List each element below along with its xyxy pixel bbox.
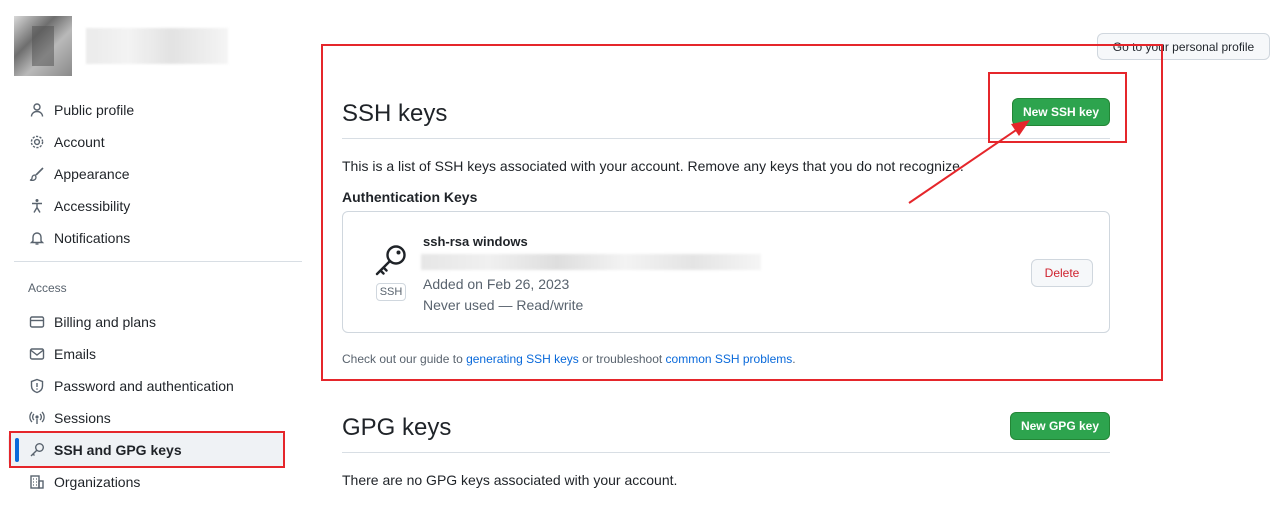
- sidebar-item-emails[interactable]: Emails: [28, 342, 96, 366]
- sidebar-item-label: Public profile: [54, 102, 135, 118]
- mail-icon: [28, 345, 46, 363]
- accessibility-icon: [28, 197, 46, 215]
- username-blurred: [86, 28, 228, 64]
- sidebar-item-account[interactable]: Account: [28, 130, 105, 154]
- avatar[interactable]: [14, 16, 72, 76]
- broadcast-icon: [28, 409, 46, 427]
- annotation-box-sidebar-ssh: [9, 431, 285, 468]
- new-gpg-key-button[interactable]: New GPG key: [1010, 412, 1110, 440]
- sidebar-item-label: Organizations: [54, 474, 141, 490]
- sidebar-item-accessibility[interactable]: Accessibility: [28, 194, 130, 218]
- sidebar-item-sessions[interactable]: Sessions: [28, 406, 111, 430]
- sidebar-item-organizations[interactable]: Organizations: [28, 470, 140, 494]
- sidebar-item-label: Account: [54, 134, 105, 150]
- sidebar-item-label: Notifications: [54, 230, 131, 246]
- bell-icon: [28, 229, 46, 247]
- gpg-keys-title: GPG keys: [342, 414, 452, 441]
- sidebar-item-billing[interactable]: Billing and plans: [28, 310, 156, 334]
- sidebar-item-label: Sessions: [54, 410, 111, 426]
- sidebar-item-label: Billing and plans: [54, 314, 156, 330]
- sidebar-item-notifications[interactable]: Notifications: [28, 226, 130, 250]
- gpg-empty-message: There are no GPG keys associated with yo…: [342, 472, 678, 488]
- sidebar-divider: [14, 261, 302, 262]
- sidebar-item-label: Accessibility: [54, 198, 131, 214]
- sidebar-heading-access: Access: [28, 281, 67, 295]
- person-icon: [28, 101, 46, 119]
- sidebar-item-label: Emails: [54, 346, 97, 362]
- annotation-box-new-ssh-key: [988, 72, 1127, 143]
- section-divider: [342, 452, 1110, 453]
- sidebar-item-label: Password and authentication: [54, 378, 234, 394]
- sidebar-item-password[interactable]: Password and authentication: [28, 374, 234, 398]
- organization-icon: [28, 473, 46, 491]
- sidebar-item-appearance[interactable]: Appearance: [28, 162, 130, 186]
- sidebar-item-public-profile[interactable]: Public profile: [28, 98, 134, 122]
- sidebar-item-label: Appearance: [54, 166, 130, 182]
- credit-card-icon: [28, 313, 46, 331]
- gear-icon: [28, 133, 46, 151]
- shield-icon: [28, 377, 46, 395]
- paintbrush-icon: [28, 165, 46, 183]
